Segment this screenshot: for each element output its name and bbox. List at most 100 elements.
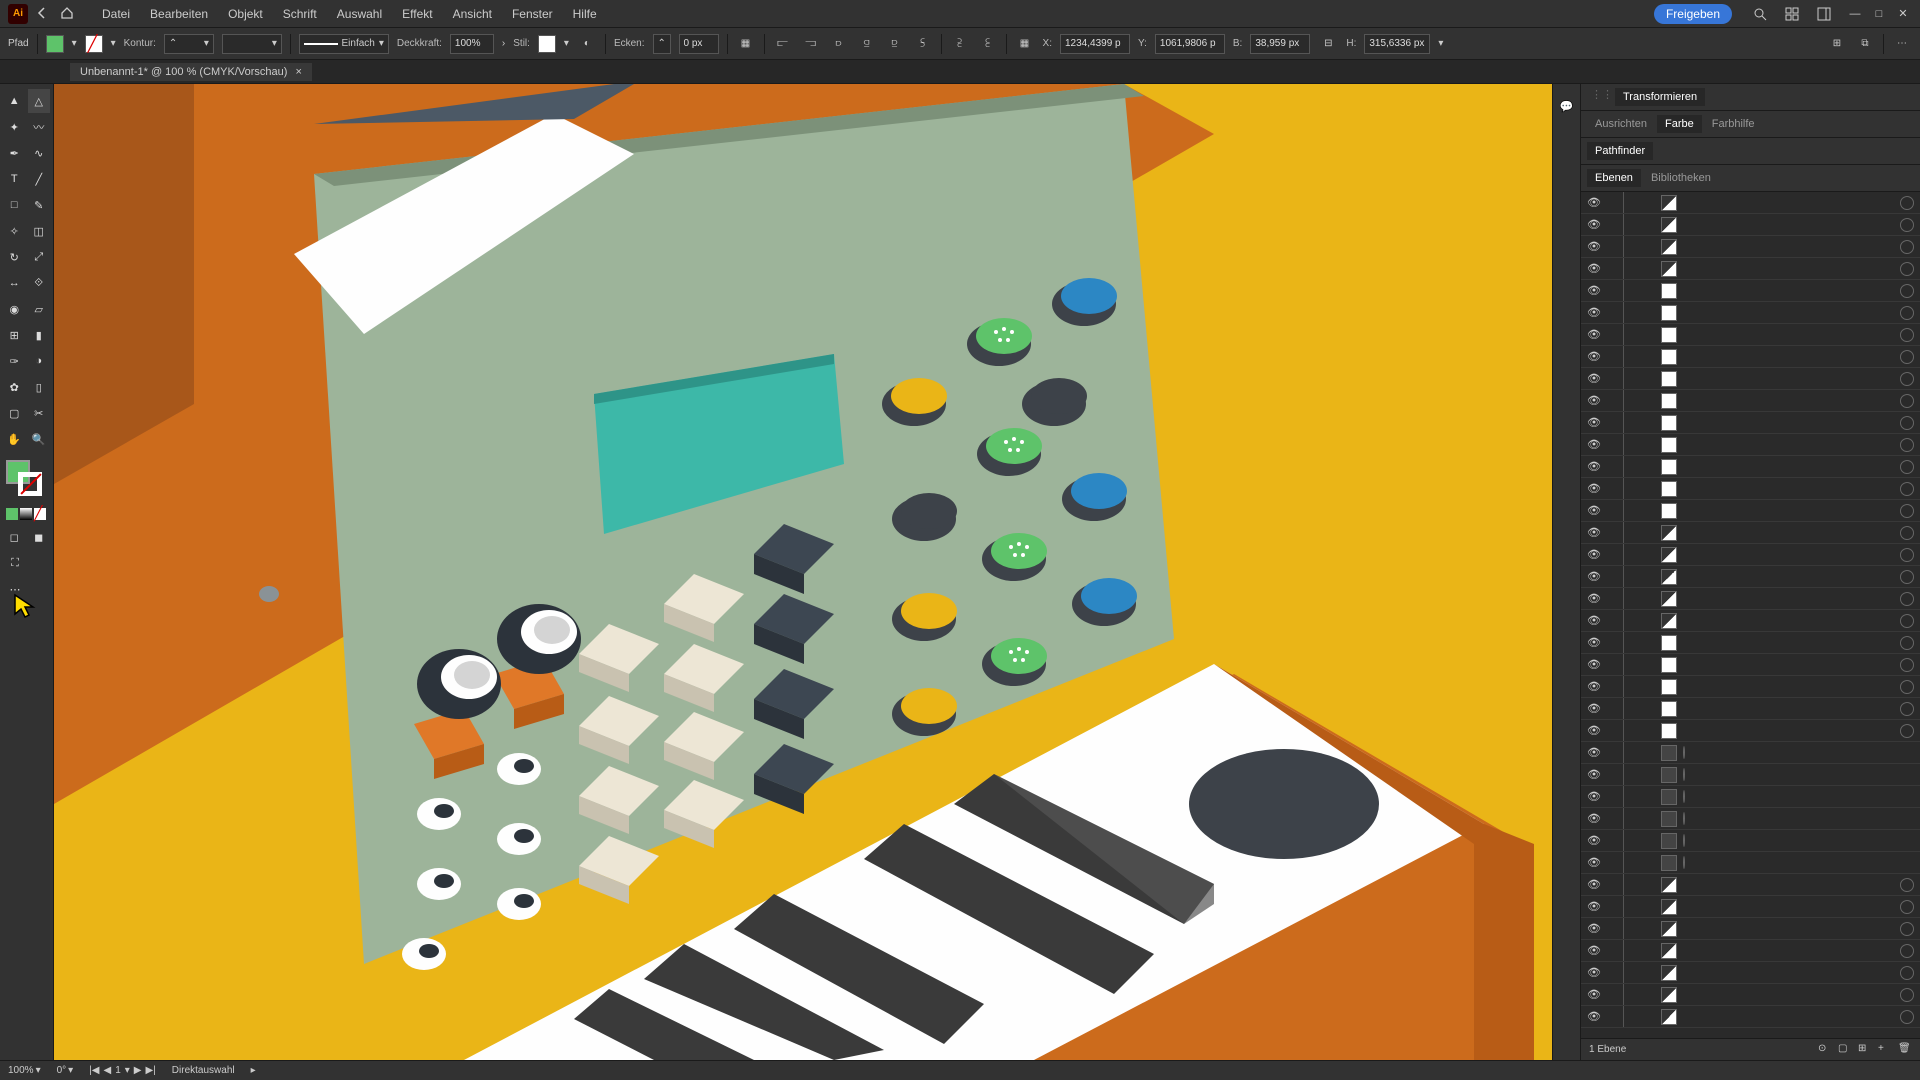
target-icon[interactable] (1900, 1010, 1914, 1024)
chevron-down-icon[interactable]: ▾ (564, 38, 569, 49)
visibility-toggle-icon[interactable]: 👁 (1587, 240, 1601, 253)
prev-artboard-icon[interactable]: ◀ (104, 1065, 112, 1076)
document-tab[interactable]: Unbenannt-1* @ 100 % (CMYK/Vorschau) × (70, 63, 312, 81)
layer-row[interactable]: 👁 (1581, 764, 1920, 786)
layer-name[interactable] (1683, 747, 1914, 758)
target-icon[interactable] (1900, 570, 1914, 584)
tab-transformieren[interactable]: Transformieren (1615, 88, 1705, 106)
visibility-toggle-icon[interactable]: 👁 (1587, 768, 1601, 781)
color-mode-icon[interactable] (6, 508, 18, 520)
layer-row[interactable]: 👁 (1581, 214, 1920, 236)
tab-pathfinder[interactable]: Pathfinder (1587, 142, 1653, 160)
layer-row[interactable]: 👁 (1581, 544, 1920, 566)
target-icon[interactable] (1900, 878, 1914, 892)
visibility-toggle-icon[interactable]: 👁 (1587, 966, 1601, 979)
target-icon[interactable] (1900, 262, 1914, 276)
layer-row[interactable]: 👁 (1581, 984, 1920, 1006)
isolate-icon[interactable]: ⊞ (1827, 34, 1847, 54)
share-button[interactable]: Freigeben (1654, 4, 1732, 24)
target-icon[interactable] (1900, 482, 1914, 496)
layer-row[interactable]: 👁 (1581, 808, 1920, 830)
target-icon[interactable] (1900, 284, 1914, 298)
layer-row[interactable]: 👁 (1581, 302, 1920, 324)
target-icon[interactable] (1683, 768, 1685, 781)
visibility-toggle-icon[interactable]: 👁 (1587, 526, 1601, 539)
align-left-icon[interactable]: ⫍ (773, 34, 793, 54)
layer-row[interactable]: 👁 (1581, 478, 1920, 500)
artboard-number[interactable]: 1 (115, 1065, 121, 1076)
perspective-tool[interactable]: ▱ (28, 297, 51, 321)
tab-farbhilfe[interactable]: Farbhilfe (1704, 115, 1763, 133)
layer-name[interactable] (1683, 791, 1914, 802)
edit-toolbar-icon[interactable]: ⋯ (3, 577, 27, 601)
menu-datei[interactable]: Datei (92, 7, 140, 21)
visibility-toggle-icon[interactable]: 👁 (1587, 614, 1601, 627)
visibility-toggle-icon[interactable]: 👁 (1587, 504, 1601, 517)
make-clip-icon[interactable]: ▢ (1838, 1043, 1852, 1057)
expand-status-icon[interactable]: ▸ (251, 1065, 256, 1076)
target-icon[interactable] (1900, 922, 1914, 936)
visibility-toggle-icon[interactable]: 👁 (1587, 1010, 1601, 1023)
shaper-tool[interactable]: ✧ (3, 219, 26, 243)
recolor-icon[interactable]: ◐ (577, 34, 597, 54)
screen-mode-icon[interactable]: ⛶ (3, 551, 27, 575)
target-icon[interactable] (1900, 438, 1914, 452)
layer-row[interactable]: 👁 (1581, 698, 1920, 720)
visibility-toggle-icon[interactable]: 👁 (1587, 284, 1601, 297)
target-icon[interactable] (1900, 592, 1914, 606)
align-vcenter-icon[interactable]: ⫒ (885, 34, 905, 54)
target-icon[interactable] (1900, 614, 1914, 628)
scale-tool[interactable]: ⤢ (28, 245, 51, 269)
options-icon[interactable]: ⋯ (1892, 34, 1912, 54)
selection-tool[interactable]: ▲ (3, 89, 26, 113)
hand-tool[interactable]: ✋ (3, 427, 26, 451)
last-artboard-icon[interactable]: ▶| (146, 1065, 156, 1076)
new-sublayer-icon[interactable]: ⊞ (1858, 1043, 1872, 1057)
distribute-h-icon[interactable]: ⫔ (950, 34, 970, 54)
target-icon[interactable] (1900, 394, 1914, 408)
line-tool[interactable]: ╱ (28, 167, 51, 191)
visibility-toggle-icon[interactable]: 👁 (1587, 944, 1601, 957)
layer-row[interactable]: 👁 (1581, 720, 1920, 742)
corner-input[interactable] (679, 34, 719, 54)
layer-row[interactable]: 👁 (1581, 258, 1920, 280)
target-icon[interactable] (1900, 504, 1914, 518)
stroke-weight-dropdown[interactable]: ⌃▾ (164, 34, 214, 54)
visibility-toggle-icon[interactable]: 👁 (1587, 724, 1601, 737)
style-swatch[interactable] (538, 35, 556, 53)
menu-fenster[interactable]: Fenster (502, 7, 563, 21)
canvas[interactable] (54, 84, 1552, 1060)
window-maximize-icon[interactable]: □ (1870, 7, 1888, 21)
target-icon[interactable] (1900, 900, 1914, 914)
visibility-toggle-icon[interactable]: 👁 (1587, 636, 1601, 649)
layer-name[interactable] (1683, 769, 1914, 780)
workspace-icon[interactable] (1814, 4, 1834, 24)
layer-row[interactable]: 👁 (1581, 610, 1920, 632)
stroke-swatch[interactable]: ╱ (85, 35, 103, 53)
layer-row[interactable]: 👁 (1581, 522, 1920, 544)
locate-layer-icon[interactable]: ⊙ (1818, 1043, 1832, 1057)
target-icon[interactable] (1900, 240, 1914, 254)
chat-icon[interactable]: 💬 (1557, 96, 1577, 116)
tab-farbe[interactable]: Farbe (1657, 115, 1702, 133)
next-artboard-icon[interactable]: ▶ (134, 1065, 142, 1076)
window-close-icon[interactable]: ✕ (1894, 7, 1912, 21)
fill-stroke-control[interactable] (2, 460, 51, 504)
layer-row[interactable]: 👁 (1581, 962, 1920, 984)
draw-behind-icon[interactable]: ◼ (28, 525, 51, 549)
visibility-toggle-icon[interactable]: 👁 (1587, 790, 1601, 803)
target-icon[interactable] (1683, 790, 1685, 803)
layer-row[interactable]: 👁 (1581, 456, 1920, 478)
first-artboard-icon[interactable]: |◀ (89, 1065, 99, 1076)
target-icon[interactable] (1900, 526, 1914, 540)
target-icon[interactable] (1900, 702, 1914, 716)
width-tool[interactable]: ↔ (3, 271, 26, 295)
window-minimize-icon[interactable]: — (1846, 7, 1864, 21)
chevron-down-icon[interactable]: ▾ (68, 1065, 73, 1076)
visibility-toggle-icon[interactable]: 👁 (1587, 394, 1601, 407)
magic-wand-tool[interactable]: ✦ (3, 115, 26, 139)
layers-list[interactable]: 👁👁👁👁👁👁👁👁👁👁👁👁👁👁👁👁👁👁👁👁👁👁👁👁👁👁👁👁👁👁👁👁👁👁👁👁👁👁 (1581, 192, 1920, 1038)
chevron-down-icon[interactable]: ▾ (125, 1065, 130, 1076)
delete-layer-icon[interactable]: 🗑 (1898, 1043, 1912, 1057)
visibility-toggle-icon[interactable]: 👁 (1587, 548, 1601, 561)
